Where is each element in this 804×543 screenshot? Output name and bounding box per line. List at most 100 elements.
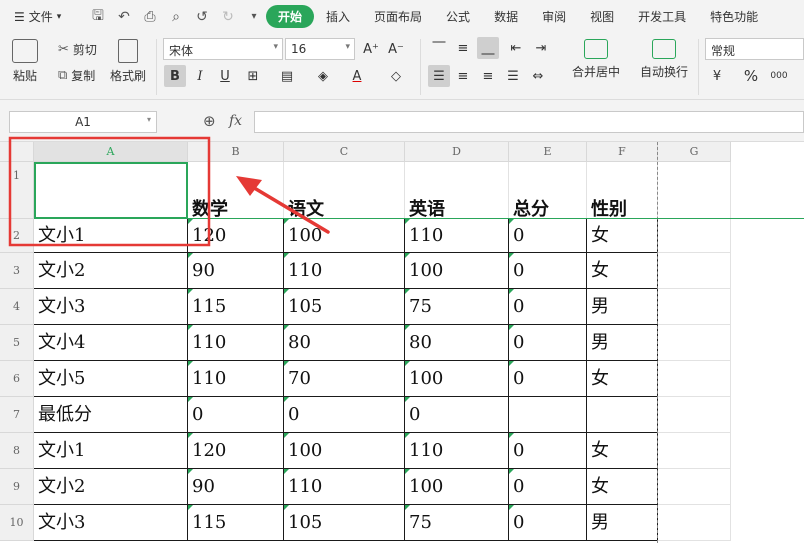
zoom-search-icon[interactable]: ⊕ [203,112,216,130]
table-cell[interactable]: 总分 [509,162,587,220]
tab-3[interactable]: 公式 [434,8,482,25]
row-header[interactable]: 7 [0,397,34,433]
column-header[interactable]: G [658,142,731,162]
table-cell[interactable]: 105 [284,505,405,541]
table-cell[interactable]: 110 [188,361,284,397]
table-cell[interactable]: 数学 [188,162,284,220]
table-cell[interactable]: 最低分 [34,397,188,433]
fx-icon[interactable]: fx [229,113,242,129]
cell-style-icon[interactable]: ▤ [276,65,298,87]
tab-5[interactable]: 审阅 [530,8,578,25]
font-color-icon[interactable]: A [346,65,368,87]
align-middle-icon[interactable]: ≡ [452,37,474,59]
table-cell[interactable]: 文小5 [34,361,188,397]
font-name-select[interactable]: 宋体 ▾ [163,38,283,60]
tab-4[interactable]: 数据 [482,8,530,25]
table-cell[interactable]: 0 [509,433,587,469]
table-cell[interactable]: 110 [405,219,509,253]
table-cell[interactable]: 100 [405,253,509,289]
table-cell[interactable]: 100 [405,361,509,397]
underline-button[interactable]: U [214,65,236,87]
align-center-icon[interactable]: ≡ [452,65,474,87]
copy-button[interactable]: ⧉ 复制 [58,67,95,84]
decrease-font-icon[interactable]: A⁻ [385,38,407,60]
table-cell[interactable]: 文小4 [34,325,188,361]
formula-input[interactable] [254,111,804,133]
print-icon[interactable]: ⎙ [142,9,158,25]
row-header[interactable]: 6 [0,361,34,397]
format-painter-button[interactable]: 格式刷 [110,39,146,84]
table-cell[interactable]: 文小2 [34,469,188,505]
name-box[interactable]: A1 [9,111,157,133]
currency-icon[interactable]: ¥ [706,65,728,87]
table-cell[interactable]: 0 [509,253,587,289]
table-cell[interactable]: 100 [284,219,405,253]
active-cell[interactable] [34,162,188,219]
print-preview-icon[interactable]: ⌕ [168,9,184,25]
align-top-icon[interactable]: ⎺ [428,37,450,59]
increase-font-icon[interactable]: A⁺ [360,38,382,60]
indent-decrease-icon[interactable]: ⇤ [505,37,527,59]
align-left-icon[interactable]: ☰ [428,65,450,87]
redo-icon[interactable]: ↻ [220,9,236,25]
undo-icon[interactable]: ↺ [194,9,210,25]
tab-1[interactable]: 插入 [314,8,362,25]
distribute-icon[interactable]: ⇔ [527,65,549,87]
font-size-select[interactable]: 16 ▾ [285,38,355,60]
table-cell[interactable]: 70 [284,361,405,397]
table-cell[interactable]: 文小2 [34,253,188,289]
table-cell[interactable]: 110 [284,253,405,289]
table-cell[interactable]: 90 [188,253,284,289]
wrap-text-button[interactable]: 自动换行 [640,39,688,80]
table-cell[interactable] [658,162,731,219]
row-header[interactable]: 4 [0,289,34,325]
table-cell[interactable]: 115 [188,289,284,325]
table-cell[interactable]: 女 [587,253,658,289]
table-cell[interactable]: 0 [188,397,284,433]
table-cell[interactable]: 120 [188,433,284,469]
table-cell[interactable]: 0 [509,505,587,541]
align-bottom-icon[interactable]: ⎽ [477,37,499,59]
indent-increase-icon[interactable]: ⇥ [530,37,552,59]
column-header[interactable]: C [284,142,405,162]
tab-0[interactable]: 开始 [266,5,315,28]
table-cell[interactable]: 80 [284,325,405,361]
tab-2[interactable]: 页面布局 [362,8,434,25]
tab-7[interactable]: 开发工具 [626,8,698,25]
save-icon[interactable]: 🖫 [90,5,106,29]
table-cell[interactable]: 女 [587,219,658,253]
table-cell[interactable]: 100 [284,433,405,469]
table-cell[interactable] [658,219,731,253]
table-cell[interactable] [658,253,731,289]
table-cell[interactable]: 文小3 [34,289,188,325]
table-cell[interactable] [658,325,731,361]
row-header[interactable]: 3 [0,253,34,289]
customize-icon[interactable]: ▾ [246,11,262,22]
table-cell[interactable]: 语文 [284,162,405,220]
table-cell[interactable]: 115 [188,505,284,541]
table-cell[interactable]: 110 [284,469,405,505]
table-cell[interactable] [658,289,731,325]
number-format-select[interactable]: 常规 [705,38,804,60]
table-cell[interactable]: 0 [284,397,405,433]
column-header[interactable]: E [509,142,587,162]
tab-6[interactable]: 视图 [578,8,626,25]
table-cell[interactable] [658,397,731,433]
table-cell[interactable]: 文小1 [34,433,188,469]
table-cell[interactable]: 110 [188,325,284,361]
undo-history-icon[interactable]: ↶ [116,9,132,25]
table-cell[interactable]: 男 [587,505,658,541]
table-cell[interactable]: 文小3 [34,505,188,541]
table-cell[interactable]: 英语 [405,162,509,220]
bold-button[interactable]: B [164,65,186,87]
italic-button[interactable]: I [189,65,211,87]
table-cell[interactable] [658,361,731,397]
merge-center-button[interactable]: 合并居中 [572,39,620,80]
clear-format-icon[interactable]: ◇ [385,65,407,87]
align-right-icon[interactable]: ≡ [477,65,499,87]
table-cell[interactable]: 性别 [587,162,658,220]
fill-color-icon[interactable]: ◈ [312,65,334,87]
table-cell[interactable]: 女 [587,361,658,397]
table-cell[interactable]: 女 [587,469,658,505]
justify-icon[interactable]: ☰ [502,65,524,87]
